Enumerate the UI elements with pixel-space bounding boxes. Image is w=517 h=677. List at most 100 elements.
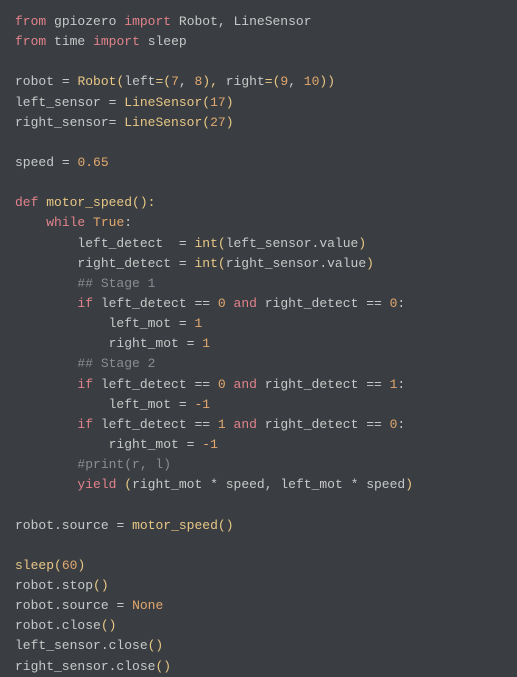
number: 27 <box>210 115 226 130</box>
paren: ) <box>226 95 234 110</box>
number: 1 <box>218 417 226 432</box>
number: 7 <box>171 74 179 89</box>
import-names: sleep <box>148 34 187 49</box>
import-names: Robot, LineSensor <box>179 14 312 29</box>
keyword-and: and <box>234 417 257 432</box>
comment: ## Stage 1 <box>77 276 155 291</box>
paren: ( <box>202 115 210 130</box>
keyword-yield: yield <box>77 477 116 492</box>
var: right_detect <box>265 377 359 392</box>
op-assign: = <box>62 155 70 170</box>
var: right_detect <box>265 296 359 311</box>
code-block: from gpiozero import Robot, LineSensor f… <box>15 12 502 677</box>
colon: : <box>397 417 405 432</box>
kwarg: right <box>226 74 265 89</box>
kwarg: left <box>124 74 155 89</box>
paren: (): <box>132 195 155 210</box>
paren: ) <box>366 256 374 271</box>
paren: =( <box>265 74 281 89</box>
number: 0 <box>218 377 226 392</box>
paren: ) <box>77 558 85 573</box>
func-int: int <box>194 256 217 271</box>
comma: , <box>179 74 195 89</box>
func-name: motor_speed <box>46 195 132 210</box>
expr: right_sensor.value <box>226 256 366 271</box>
expr: right_sensor.close <box>15 659 155 674</box>
paren: ( <box>218 236 226 251</box>
paren: () <box>155 659 171 674</box>
paren: () <box>93 578 109 593</box>
keyword-and: and <box>234 296 257 311</box>
number: 10 <box>304 74 320 89</box>
op-eq: == <box>194 417 210 432</box>
keyword-if: if <box>77 377 93 392</box>
op-assign: = <box>187 437 195 452</box>
op-assign: = <box>179 256 187 271</box>
expr: left_sensor.value <box>226 236 359 251</box>
expr: left_sensor.close <box>15 638 148 653</box>
keyword-while: while <box>46 215 85 230</box>
var: right_mot <box>109 437 179 452</box>
number: 1 <box>194 316 202 331</box>
paren: () <box>101 618 117 633</box>
expr: robot.close <box>15 618 101 633</box>
comma: , <box>265 477 281 492</box>
var: left_detect <box>77 236 163 251</box>
paren: ) <box>405 477 413 492</box>
keyword-from: from <box>15 34 46 49</box>
op-assign: = <box>116 518 124 533</box>
comment: #print(r, l) <box>77 457 171 472</box>
class-linesensor: LineSensor <box>124 115 202 130</box>
class-linesensor: LineSensor <box>124 95 202 110</box>
keyword-def: def <box>15 195 38 210</box>
colon: : <box>397 296 405 311</box>
comment: ## Stage 2 <box>77 356 155 371</box>
var: right_detect <box>77 256 171 271</box>
number: 0.65 <box>77 155 108 170</box>
var: left_detect <box>101 377 187 392</box>
var: left_mot <box>109 397 171 412</box>
paren: )) <box>319 74 335 89</box>
op-mul: * <box>351 477 359 492</box>
var: left_mot <box>280 477 342 492</box>
var: left_mot <box>109 316 171 331</box>
comma: , <box>288 74 304 89</box>
func-call: motor_speed <box>132 518 218 533</box>
keyword-if: if <box>77 296 93 311</box>
colon: : <box>124 215 132 230</box>
op-assign: = <box>116 598 124 613</box>
var-right-sensor: right_sensor <box>15 115 109 130</box>
var: left_detect <box>101 417 187 432</box>
number: -1 <box>194 397 210 412</box>
expr: robot.source <box>15 598 109 613</box>
var: right_detect <box>265 417 359 432</box>
paren: ( <box>218 256 226 271</box>
op-assign: = <box>109 95 117 110</box>
op-mul: * <box>210 477 218 492</box>
paren: ( <box>202 95 210 110</box>
op-eq: == <box>194 377 210 392</box>
paren: ( <box>54 558 62 573</box>
paren: () <box>218 518 234 533</box>
keyword-if: if <box>77 417 93 432</box>
func-sleep: sleep <box>15 558 54 573</box>
op-eq: == <box>366 417 382 432</box>
var-speed: speed <box>15 155 54 170</box>
var-robot: robot <box>15 74 54 89</box>
op-eq: == <box>366 377 382 392</box>
colon: : <box>397 377 405 392</box>
var: right_mot <box>109 336 179 351</box>
var: left_detect <box>101 296 187 311</box>
bool-true: True <box>93 215 124 230</box>
var: speed <box>226 477 265 492</box>
var: right_mot <box>132 477 202 492</box>
number: 60 <box>62 558 78 573</box>
op-assign: = <box>179 236 187 251</box>
none-literal: None <box>132 598 163 613</box>
paren: ) <box>226 115 234 130</box>
class-robot: Robot <box>77 74 116 89</box>
number: -1 <box>202 437 218 452</box>
paren: () <box>148 638 164 653</box>
paren: ( <box>124 477 132 492</box>
keyword-and: and <box>234 377 257 392</box>
